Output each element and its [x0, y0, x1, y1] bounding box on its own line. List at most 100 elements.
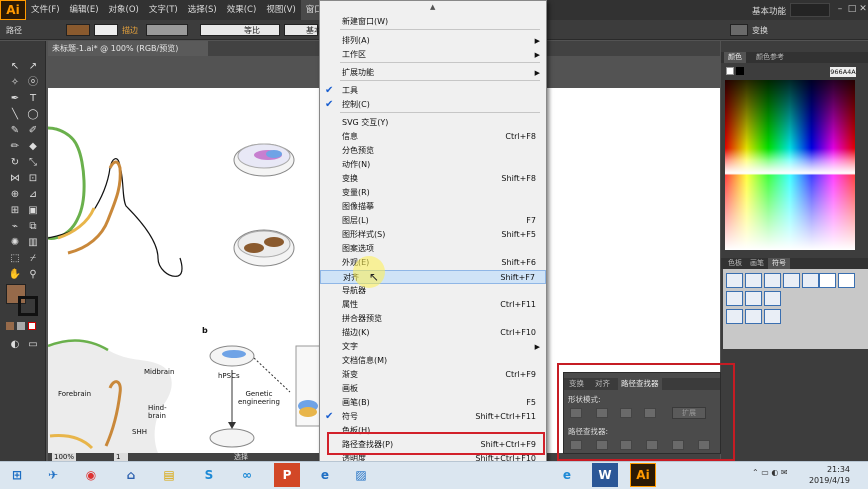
- window-menu-item[interactable]: 工作区 ▶: [320, 48, 546, 62]
- blend-tool-icon[interactable]: ⧉: [26, 220, 40, 234]
- close-icon[interactable]: ✕: [857, 3, 868, 15]
- tab-brushes[interactable]: 画笔: [746, 258, 768, 269]
- stroke-swatch[interactable]: [94, 24, 118, 36]
- menu-view[interactable]: 视图(V): [261, 0, 300, 20]
- window-menu-item[interactable]: 拼合器预览: [320, 312, 546, 326]
- start-button-icon[interactable]: ⊞: [4, 463, 30, 487]
- eraser-icon[interactable]: ◆: [26, 140, 40, 154]
- type-tool-icon[interactable]: T: [26, 92, 40, 106]
- powerpoint-icon[interactable]: P: [274, 463, 300, 487]
- taskbar-app-icon[interactable]: ✈: [40, 463, 66, 487]
- window-menu-item[interactable]: 变换 Shift+F8: [320, 172, 546, 186]
- line-tool-icon[interactable]: ╲: [8, 108, 22, 122]
- slice-tool-icon[interactable]: ⌿: [26, 252, 40, 266]
- pencil-icon[interactable]: ✐: [26, 124, 40, 138]
- stroke-weight-field[interactable]: [146, 24, 188, 36]
- symbol-document-add-2[interactable]: [745, 309, 762, 324]
- window-menu-item[interactable]: 文档信息(M): [320, 354, 546, 368]
- menu-effect[interactable]: 效果(C): [222, 0, 262, 20]
- window-menu-item[interactable]: 导航器: [320, 284, 546, 298]
- scroll-up-icon[interactable]: ▲: [430, 3, 435, 11]
- artboard-tool-icon[interactable]: ⬚: [8, 252, 22, 266]
- symbol-sprayer-icon[interactable]: ✺: [8, 236, 22, 250]
- tab-color[interactable]: 颜色: [724, 52, 746, 63]
- photos-icon[interactable]: ▨: [348, 463, 374, 487]
- chrome-icon[interactable]: ◉: [78, 463, 104, 487]
- symbol-grid[interactable]: [726, 273, 743, 288]
- window-menu-item[interactable]: 描边(K) Ctrl+F10: [320, 326, 546, 340]
- system-tray-icons[interactable]: ⌃ ▭ ◐ ✉: [752, 468, 788, 477]
- stroke-color-swatch[interactable]: [18, 296, 38, 316]
- window-menu-item[interactable]: 分色预览: [320, 144, 546, 158]
- menu-object[interactable]: 对象(O): [104, 0, 144, 20]
- sogou-icon[interactable]: S: [196, 463, 222, 487]
- symbol-window[interactable]: [745, 273, 762, 288]
- pen-tool-icon[interactable]: ✒: [8, 92, 22, 106]
- window-menu-item[interactable]: 图像描摹: [320, 200, 546, 214]
- ie-icon[interactable]: e: [312, 463, 338, 487]
- white-swatch[interactable]: [726, 67, 734, 75]
- minimize-icon[interactable]: –: [834, 3, 846, 15]
- black-swatch[interactable]: [736, 67, 744, 75]
- window-menu-item[interactable]: SVG 交互(Y): [320, 116, 546, 130]
- home-icon[interactable]: ⌂: [118, 463, 144, 487]
- symbol-home-2[interactable]: [726, 309, 743, 324]
- window-menu-item[interactable]: ✔ 符号 Shift+Ctrl+F11: [320, 410, 546, 424]
- menu-type[interactable]: 文字(T): [144, 0, 183, 20]
- menu-file[interactable]: 文件(F): [26, 0, 65, 20]
- width-tool-icon[interactable]: ⋈: [8, 172, 22, 186]
- tab-symbols[interactable]: 符号: [768, 258, 790, 269]
- window-menu-item[interactable]: 图形样式(S) Shift+F5: [320, 228, 546, 242]
- document-tab[interactable]: 未标题-1.ai* @ 100% (RGB/预览): [48, 41, 208, 56]
- symbol-chevron[interactable]: [819, 273, 836, 288]
- window-menu-item[interactable]: 文字 ▶: [320, 340, 546, 354]
- blob-brush-icon[interactable]: ✏: [8, 140, 22, 154]
- selection-tool-icon[interactable]: ↖: [8, 60, 22, 74]
- symbol-document-add[interactable]: [745, 291, 762, 306]
- word-icon[interactable]: W: [592, 463, 618, 487]
- window-menu-item[interactable]: 图案选项: [320, 242, 546, 256]
- color-mode-icon[interactable]: [6, 322, 14, 330]
- zoom-tool-icon[interactable]: ⚲: [26, 268, 40, 282]
- lasso-icon[interactable]: ⓞ: [26, 76, 40, 90]
- gradient-mode-icon[interactable]: [17, 322, 25, 330]
- search-input[interactable]: [790, 3, 830, 17]
- tab-color-guide[interactable]: 颜色参考: [752, 52, 788, 63]
- window-menu-item[interactable]: 信息 Ctrl+F8: [320, 130, 546, 144]
- fill-swatch[interactable]: [66, 24, 90, 36]
- graph-tool-icon[interactable]: ▥: [26, 236, 40, 250]
- taskbar-clock[interactable]: 21:34 2019/4/19: [800, 464, 850, 486]
- tab-swatches[interactable]: 色板: [724, 258, 746, 269]
- menu-select[interactable]: 选择(S): [183, 0, 222, 20]
- window-menu-item[interactable]: 动作(N): [320, 158, 546, 172]
- draw-mode-icon[interactable]: ◐: [8, 338, 22, 352]
- symbol-list[interactable]: [764, 273, 781, 288]
- window-menu-item[interactable]: ✔ 控制(C): [320, 98, 546, 112]
- workspace-switcher[interactable]: 基本功能: [752, 5, 786, 17]
- file-explorer-icon[interactable]: ▤: [156, 463, 182, 487]
- perspective-grid-icon[interactable]: ⊿: [26, 188, 40, 202]
- window-menu-item[interactable]: 图层(L) F7: [320, 214, 546, 228]
- window-menu-item[interactable]: 扩展功能 ▶: [320, 66, 546, 80]
- none-mode-icon[interactable]: [28, 322, 36, 330]
- screen-mode-icon[interactable]: ▭: [26, 338, 40, 352]
- direct-selection-tool-icon[interactable]: ↗: [26, 60, 40, 74]
- magic-wand-icon[interactable]: ✧: [8, 76, 22, 90]
- rotate-icon[interactable]: ↻: [8, 156, 22, 170]
- ellipse-tool-icon[interactable]: ◯: [26, 108, 40, 122]
- window-menu-item[interactable]: 渐变 Ctrl+F9: [320, 368, 546, 382]
- window-menu-item[interactable]: 画板: [320, 382, 546, 396]
- symbol-print[interactable]: [764, 291, 781, 306]
- scale-icon[interactable]: ⤡: [26, 156, 40, 170]
- window-menu-item[interactable]: 属性 Ctrl+F11: [320, 298, 546, 312]
- window-menu-item[interactable]: 画笔(B) F5: [320, 396, 546, 410]
- symbol-minus[interactable]: [802, 273, 819, 288]
- symbol-home[interactable]: [726, 291, 743, 306]
- gradient-tool-icon[interactable]: ▣: [26, 204, 40, 218]
- transform-label[interactable]: 变换: [752, 25, 768, 36]
- stroke-label[interactable]: 描边: [122, 25, 138, 36]
- symbol-print-2[interactable]: [764, 309, 781, 324]
- eyedropper-icon[interactable]: ⌁: [8, 220, 22, 234]
- window-menu-item[interactable]: ✔ 工具: [320, 84, 546, 98]
- symbol-search[interactable]: [783, 273, 800, 288]
